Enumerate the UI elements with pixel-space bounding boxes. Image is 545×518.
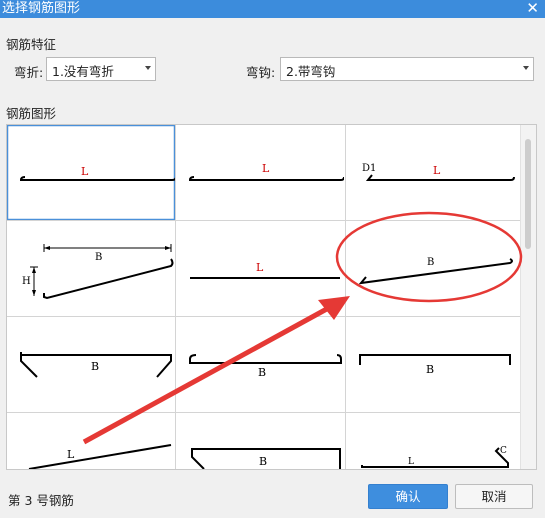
dim-label: B	[426, 363, 434, 376]
straight-hooks-shape: D1 L	[362, 163, 515, 181]
shape-cell-1[interactable]: L	[7, 125, 175, 220]
u-bend-shape: B	[20, 352, 172, 378]
dim-label: L	[67, 448, 75, 461]
shape-grid: L L D1 L B H L B B B B L B L C	[6, 124, 537, 470]
dim-label: L	[433, 164, 441, 177]
shape-cell-9[interactable]: B	[346, 317, 514, 412]
close-icon[interactable]: ✕	[526, 0, 539, 17]
shape-cell-4[interactable]: B H	[7, 221, 175, 316]
dim-label: H	[22, 276, 31, 287]
shape-cell-3[interactable]: D1 L	[346, 125, 515, 220]
dim-label: L	[81, 165, 89, 178]
cancel-button[interactable]: 取消	[455, 484, 533, 509]
bend-select[interactable]: 1.没有弯折	[46, 57, 156, 81]
shape-cell-6[interactable]: B	[346, 221, 514, 316]
sloped-bar-shape: L	[28, 444, 172, 469]
status-text: 第 3 号钢筋	[8, 493, 74, 508]
dim-label: B	[95, 252, 102, 263]
bend-label: 弯折:	[14, 65, 44, 80]
dim-label: D1	[362, 163, 376, 174]
hook-label: 弯钩:	[246, 65, 276, 80]
dim-label: L	[408, 457, 414, 467]
hook-select-value: 2.带弯钩	[286, 64, 336, 79]
l-hook-shape: L C	[361, 446, 509, 468]
sloped-bar-hooks-shape: B	[358, 257, 513, 285]
bend-select-value: 1.没有弯折	[52, 64, 114, 79]
dim-label: B	[427, 257, 434, 268]
dim-label: B	[259, 455, 267, 468]
ok-button[interactable]: 确认	[368, 484, 448, 509]
vertical-scrollbar[interactable]	[520, 125, 536, 469]
straight-hooks-shape: L	[7, 125, 175, 220]
channel-shape: B	[359, 354, 511, 376]
shape-cell-10[interactable]: L	[7, 413, 175, 469]
shape-cell-5[interactable]: L	[176, 221, 344, 316]
features-section-title: 钢筋特征	[6, 37, 57, 52]
shape-cell-11[interactable]: B	[176, 413, 344, 469]
shapes-section-title: 钢筋图形	[6, 106, 57, 121]
dim-label: L	[256, 261, 264, 274]
window-title: 选择钢筋图形	[2, 1, 81, 16]
sloped-bar-with-dims-shape: B H	[22, 244, 174, 300]
shape-cell-12[interactable]: L C	[346, 413, 514, 469]
dim-label: B	[258, 366, 266, 379]
scrollbar-thumb[interactable]	[525, 139, 531, 249]
chevron-down-icon	[523, 66, 529, 70]
shape-cell-2[interactable]: L	[176, 125, 344, 220]
chevron-down-icon	[145, 66, 151, 70]
channel-hooks-shape: B	[189, 354, 342, 379]
dim-label: B	[91, 360, 99, 373]
u-closed-shape: B	[191, 448, 341, 469]
title-bar: 选择钢筋图形 ✕	[0, 0, 545, 18]
straight-hooks-shape: L	[188, 162, 344, 181]
straight-bar-shape: L	[190, 261, 340, 279]
hook-select[interactable]: 2.带弯钩	[280, 57, 534, 81]
dim-label: C	[500, 446, 507, 456]
shape-cell-8[interactable]: B	[176, 317, 344, 412]
dim-label: L	[262, 162, 270, 175]
shape-cell-7[interactable]: B	[7, 317, 175, 412]
